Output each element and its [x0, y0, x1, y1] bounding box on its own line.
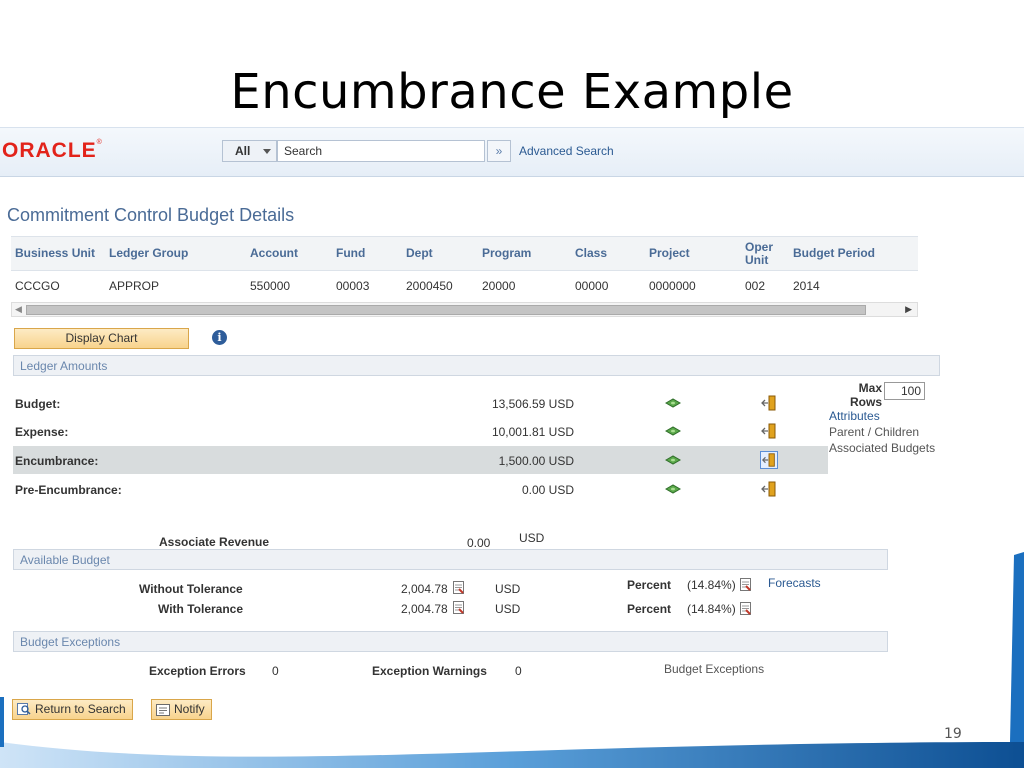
money-icon[interactable] [665, 455, 681, 465]
ledger-row-expense: Expense: 10,001.81 USD [13, 417, 828, 445]
available-budget-header: Available Budget [13, 549, 888, 570]
search-scope-dropdown[interactable]: All [222, 140, 277, 162]
ledger-amount: 1,500.00 USD [498, 454, 574, 468]
scroll-left-icon[interactable]: ◀ [15, 303, 22, 316]
report-icon[interactable] [453, 601, 464, 614]
return-to-search-button[interactable]: Return to Search [12, 699, 133, 720]
associate-revenue-label: Associate Revenue [159, 535, 270, 549]
col-class: Class [571, 236, 645, 271]
without-tolerance-percent: (14.84%) [687, 578, 736, 592]
budget-exceptions-header: Budget Exceptions [13, 631, 888, 652]
report-icon[interactable] [453, 581, 464, 594]
cell-program: 20000 [482, 278, 516, 293]
door-arrow-icon[interactable] [760, 422, 778, 440]
cell-project: 0000000 [649, 278, 696, 293]
with-tolerance-currency: USD [495, 602, 521, 616]
ledger-row-encumbrance: Encumbrance: 1,500.00 USD [13, 446, 828, 474]
grid-header-row: Business Unit Ledger Group Account Fund … [11, 236, 918, 271]
exception-warnings-label: Exception Warnings [372, 664, 487, 678]
parent-children-link: Parent / Children [829, 425, 920, 439]
ledger-amount: 0.00 USD [521, 483, 574, 497]
associated-budgets-link: Associated Budgets [829, 441, 936, 455]
money-icon[interactable] [665, 484, 681, 494]
oracle-logo-text: ORACLE [2, 139, 97, 162]
ledger-row-pre-encumbrance: Pre-Encumbrance: 0.00 USD [13, 475, 828, 503]
display-chart-button[interactable]: Display Chart [14, 328, 189, 349]
page-title: Commitment Control Budget Details [7, 205, 295, 225]
search-go-button[interactable]: » [487, 140, 511, 162]
cell-business-unit: CCCGO [15, 278, 60, 293]
col-project: Project [645, 236, 741, 271]
col-account: Account [246, 236, 332, 271]
budget-exceptions-link: Budget Exceptions [664, 662, 765, 676]
col-ledger-group: Ledger Group [105, 236, 246, 271]
slide-title: Encumbrance Example [230, 64, 794, 120]
cell-oper-unit: 002 [745, 278, 766, 293]
door-arrow-icon[interactable] [760, 451, 778, 469]
notify-button[interactable]: Notify [151, 699, 212, 720]
without-tolerance-amount: 2,004.78 [401, 582, 448, 596]
money-icon[interactable] [665, 426, 681, 436]
col-oper-unit: Oper Unit [741, 236, 789, 271]
cell-budget-period: 2014 [793, 278, 820, 293]
ledger-label: Encumbrance: [15, 454, 99, 468]
budget-key-grid: Business Unit Ledger Group Account Fund … [11, 236, 918, 301]
percent-label: Percent [627, 578, 672, 592]
advanced-search-link[interactable]: Advanced Search [519, 144, 614, 158]
ledger-label: Budget: [15, 397, 61, 411]
notify-label: Notify [174, 702, 205, 716]
col-dept: Dept [402, 236, 478, 271]
magnifier-icon [17, 703, 31, 715]
col-business-unit: Business Unit [11, 236, 105, 271]
report-icon[interactable] [740, 578, 751, 591]
associate-revenue-amount: 0.00 [467, 536, 491, 550]
info-icon[interactable]: i [212, 330, 227, 345]
exception-errors-label: Exception Errors [149, 664, 246, 678]
app-header: ORACLE® All Search » Advanced Search [0, 127, 1024, 177]
percent-label: Percent [627, 602, 672, 616]
col-fund: Fund [332, 236, 402, 271]
without-tolerance-label: Without Tolerance [139, 582, 243, 596]
ledger-amount: 10,001.81 USD [491, 425, 574, 439]
ledger-row-budget: Budget: 13,506.59 USD [13, 389, 828, 417]
col-program: Program [478, 236, 571, 271]
cell-class: 00000 [575, 278, 609, 293]
exception-warnings-value: 0 [515, 664, 522, 678]
slide-number: 19 [944, 726, 962, 742]
max-rows-label: Max Rows [849, 381, 882, 409]
max-rows-input[interactable] [884, 382, 925, 400]
notify-icon [156, 703, 170, 716]
forecasts-link[interactable]: Forecasts [768, 576, 821, 590]
table-row: CCCGO APPROP 550000 00003 2000450 20000 … [11, 271, 918, 301]
col-budget-period: Budget Period [789, 236, 918, 271]
without-tolerance-currency: USD [495, 582, 521, 596]
search-scope-value: All [235, 144, 251, 158]
cell-ledger-group: APPROP [109, 278, 160, 293]
horizontal-scrollbar[interactable]: ◀ ▶ [11, 302, 918, 317]
with-tolerance-percent: (14.84%) [687, 602, 736, 616]
report-icon[interactable] [740, 602, 751, 615]
attributes-link[interactable]: Attributes [829, 409, 880, 423]
ledger-amounts-header: Ledger Amounts [13, 355, 940, 376]
return-to-search-label: Return to Search [35, 702, 126, 716]
cell-fund: 00003 [336, 278, 370, 293]
ledger-amount: 13,506.59 USD [491, 397, 574, 411]
scrollbar-thumb[interactable] [26, 305, 866, 315]
cell-dept: 2000450 [406, 278, 453, 293]
door-arrow-icon[interactable] [760, 480, 778, 498]
search-input[interactable]: Search [277, 140, 485, 162]
ledger-label: Pre-Encumbrance: [15, 483, 122, 497]
with-tolerance-label: With Tolerance [158, 602, 244, 616]
exception-errors-value: 0 [272, 664, 279, 678]
money-icon[interactable] [665, 398, 681, 408]
with-tolerance-amount: 2,004.78 [401, 602, 448, 616]
door-arrow-icon[interactable] [760, 394, 778, 412]
scroll-right-icon[interactable]: ▶ [905, 303, 912, 316]
cell-account: 550000 [250, 278, 291, 293]
associate-revenue-currency: USD [519, 531, 545, 545]
chevron-down-icon [263, 149, 271, 154]
ledger-label: Expense: [15, 425, 69, 439]
oracle-logo: ORACLE® [2, 139, 103, 162]
